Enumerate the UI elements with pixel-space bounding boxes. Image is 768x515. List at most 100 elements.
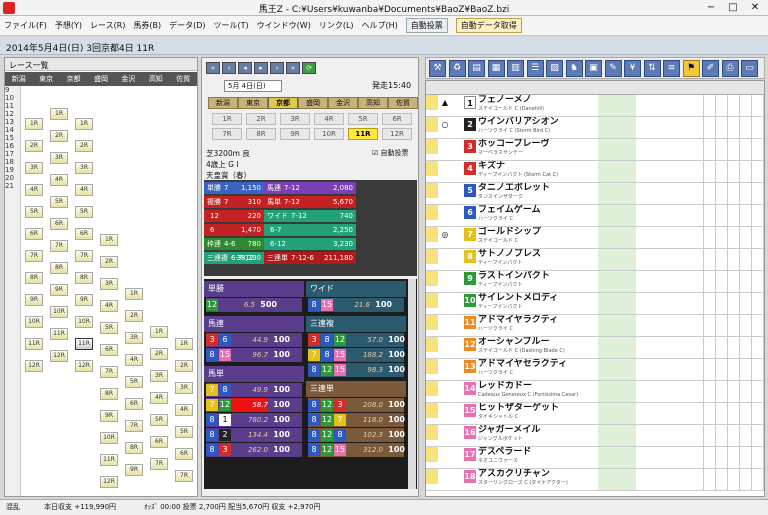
race-cell[interactable]: 1R [50, 108, 68, 120]
race-cell[interactable]: 5R [125, 376, 143, 388]
prediction-mark[interactable] [439, 293, 451, 308]
track-tab[interactable]: 高知 [358, 97, 388, 109]
horse-name[interactable]: フェノーメノ [478, 95, 598, 105]
race-cell[interactable]: 1R [25, 118, 43, 130]
bet-row[interactable]: 8 12 15 98.3 100 [308, 363, 405, 377]
bet-row[interactable]: 7 8 49.9 100 [206, 383, 302, 397]
horse-name[interactable]: タニノエポレット [478, 183, 598, 193]
race-number-tab[interactable]: 9R [280, 128, 310, 140]
menu-race[interactable]: レース(R) [90, 20, 125, 31]
horse-name[interactable]: オーシャンブルー [478, 337, 598, 347]
race-cell[interactable]: 11R [50, 328, 68, 340]
track-tab[interactable]: 盛岡 [298, 97, 328, 109]
race-cell[interactable]: 8R [25, 272, 43, 284]
horse-name[interactable]: ラストインパクト [478, 271, 598, 281]
bet-row[interactable]: 3 6 44.9 100 [206, 333, 302, 347]
bet-row[interactable]: 12 6.5 500 [206, 298, 302, 312]
horse-name[interactable]: ウインバリアシオン [478, 117, 598, 127]
bet-scrollbar[interactable] [408, 279, 416, 489]
race-cell[interactable]: 7R [175, 470, 193, 482]
prediction-mark[interactable] [439, 403, 451, 418]
race-cell[interactable]: 7R [100, 366, 118, 378]
race-cell[interactable]: 10R [100, 432, 118, 444]
menu-file[interactable]: ファイル(F) [4, 20, 47, 31]
race-cell[interactable]: 3R [175, 382, 193, 394]
race-number-tab[interactable]: 6R [382, 113, 412, 125]
horse-name[interactable]: ヒットザターゲット [478, 403, 598, 413]
chart-icon[interactable]: ▤ [468, 60, 485, 77]
bar-icon[interactable]: ▨ [546, 60, 563, 77]
race-cell[interactable]: 10R [75, 316, 93, 328]
horse-row[interactable]: 11 アドマイヤラクティ ハーツクライ C [426, 315, 764, 337]
race-cell[interactable]: 1R [175, 338, 193, 350]
race-number-tab[interactable]: 8R [246, 128, 276, 140]
auto-vote-button[interactable]: 自動投票 [405, 18, 448, 33]
nav-button[interactable]: ▸ [254, 62, 268, 74]
race-cell[interactable]: 3R [100, 278, 118, 290]
horse-row[interactable]: ◎ 7 ゴールドシップ ステイゴールド C [426, 227, 764, 249]
note-icon[interactable]: ✎ [604, 60, 622, 77]
race-cell[interactable]: 5R [150, 414, 168, 426]
race-cell[interactable]: 7R [150, 458, 168, 470]
horse-row[interactable]: 13 アドマイヤセラクティ ハーツクライ C [426, 359, 764, 381]
prediction-mark[interactable] [439, 469, 451, 484]
horse-row[interactable]: 4 キズナ ディープインパクト (Storm Cat C) [426, 161, 764, 183]
prediction-mark[interactable]: ○ [439, 117, 451, 132]
horse-row[interactable]: 12 オーシャンブルー ステイゴールド C (Dashing Blade C) [426, 337, 764, 359]
menu-predict[interactable]: 予想(Y) [55, 20, 82, 31]
race-cell[interactable]: 4R [75, 184, 93, 196]
race-cell[interactable]: 11R [25, 338, 43, 350]
bet-row[interactable]: 8 12 7 118.0 100 [308, 413, 405, 427]
list-icon[interactable]: ☰ [526, 60, 544, 77]
track-tab[interactable]: 新潟 [208, 97, 238, 109]
prediction-mark[interactable] [439, 337, 451, 352]
menu-bet[interactable]: 馬券(B) [133, 20, 161, 31]
race-cell[interactable]: 5R [100, 322, 118, 334]
race-cell[interactable]: 1R [150, 326, 168, 338]
race-cell[interactable]: 9R [75, 294, 93, 306]
horse-row[interactable]: 16 ジャガーメイル ジャングルポケット [426, 425, 764, 447]
race-cell[interactable]: 2R [25, 140, 43, 152]
recycle-icon[interactable]: ♻ [448, 60, 466, 77]
auto-data-button[interactable]: 自動データ取得 [455, 18, 522, 33]
nav-button[interactable]: ⟳ [302, 62, 316, 74]
race-cell[interactable]: 3R [25, 162, 43, 174]
race-number-tab[interactable]: 7R [212, 128, 242, 140]
race-cell[interactable]: 7R [50, 240, 68, 252]
race-cell[interactable]: 4R [50, 174, 68, 186]
race-cell[interactable]: 4R [125, 354, 143, 366]
race-number-tab[interactable]: 2R [246, 113, 276, 125]
race-cell[interactable]: 4R [175, 404, 193, 416]
horse-name[interactable]: レッドカドー [478, 381, 598, 391]
race-cell[interactable]: 3R [75, 162, 93, 174]
race-cell[interactable]: 6R [125, 398, 143, 410]
bet-row[interactable]: 8 3 262.0 100 [206, 443, 302, 457]
race-cell[interactable]: 6R [175, 448, 193, 460]
print-icon[interactable]: ⎙ [721, 60, 739, 77]
horse-icon[interactable]: ♞ [565, 60, 583, 77]
race-cell[interactable]: 1R [75, 118, 93, 130]
maximize-button[interactable]: □ [722, 0, 744, 15]
auto-vote-checkbox[interactable]: ☑ 自動投票 [372, 148, 409, 158]
prediction-mark[interactable] [439, 139, 451, 154]
horse-row[interactable]: 3 ホッコーブレーヴ マーベラスサンデー [426, 139, 764, 161]
horse-row[interactable]: 14 レッドカドー Cadeaux Genereux C (Fortissima C… [426, 381, 764, 403]
race-cell[interactable]: 7R [125, 420, 143, 432]
race-cell[interactable]: 1R [125, 288, 143, 300]
race-cell[interactable]: 9R [100, 410, 118, 422]
horse-row[interactable]: ▲ 1 フェノーメノ ステイゴールド C (Danehill) [426, 95, 764, 117]
prediction-mark[interactable] [439, 205, 451, 220]
horse-name[interactable]: フェイムゲーム [478, 205, 598, 215]
bet-row[interactable]: 7 12 58.7 100 [206, 398, 302, 412]
menu-tools[interactable]: ツール(T) [214, 20, 249, 31]
horse-name[interactable]: ジャガーメイル [478, 425, 598, 435]
race-number-tab[interactable]: 11R [348, 128, 378, 140]
prediction-mark[interactable] [439, 359, 451, 374]
wrench-icon[interactable]: ⚒ [429, 60, 446, 77]
race-cell[interactable]: 9R [125, 464, 143, 476]
horse-row[interactable]: 6 フェイムゲーム ハーツクライ C [426, 205, 764, 227]
bet-row[interactable]: 8 12 15 312.0 100 [308, 443, 405, 457]
pen-icon[interactable]: ✐ [702, 60, 719, 77]
table-icon[interactable]: ▦ [487, 60, 505, 77]
race-cell[interactable]: 2R [75, 140, 93, 152]
